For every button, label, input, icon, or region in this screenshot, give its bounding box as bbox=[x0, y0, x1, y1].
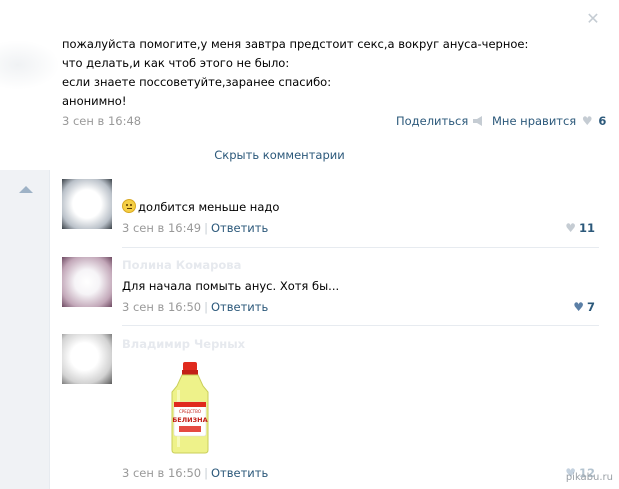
heart-icon: ♥ bbox=[581, 114, 593, 128]
share-button[interactable]: Поделиться bbox=[396, 114, 484, 128]
comment-author[interactable]: Полина Комарова bbox=[122, 258, 241, 272]
comment-meta: 3 сен в 16:49 | Ответить bbox=[122, 221, 268, 235]
post-meta: 3 сен в 16:48 Поделиться Мне нравится ♥ … bbox=[62, 114, 606, 130]
post-line: что делать,и как чтоб этого не было: bbox=[62, 56, 290, 70]
post-line: если знаете поссоветуйте,заранее спасибо… bbox=[62, 75, 332, 89]
comment-item: Владимир Черных 3 сен в 16:50 | Ответить ♥… bbox=[51, 332, 599, 482]
like-label: Мне нравится bbox=[492, 114, 577, 128]
comment-text: долбится меньше надо bbox=[138, 200, 280, 214]
comment-text-row: долбится меньше надо bbox=[122, 199, 279, 214]
comment-meta: 3 сен в 16:50 | Ответить bbox=[122, 466, 268, 480]
comment-date[interactable]: 3 сен в 16:49 bbox=[122, 221, 201, 235]
reply-link[interactable]: Ответить bbox=[211, 466, 268, 480]
neutral-face-emoji-icon bbox=[122, 199, 136, 213]
hide-comments-label: Скрыть комментарии bbox=[214, 148, 345, 162]
avatar[interactable] bbox=[62, 334, 112, 384]
post-line: пожалуйста помогите,у меня завтра предст… bbox=[62, 37, 529, 51]
blurred-background-fragment bbox=[0, 40, 60, 90]
comment-date[interactable]: 3 сен в 16:50 bbox=[122, 300, 201, 314]
arrow-up-icon[interactable] bbox=[19, 186, 33, 193]
comment-item: Полина Комарова Для начала помыть анус. … bbox=[51, 255, 599, 325]
comment-like-button[interactable]: ♥ 11 bbox=[565, 221, 595, 235]
megaphone-icon bbox=[472, 116, 484, 126]
share-label: Поделиться bbox=[396, 114, 469, 128]
post-like-count: 6 bbox=[598, 114, 607, 128]
heart-icon: ♥ bbox=[573, 300, 584, 314]
separator: | bbox=[204, 466, 208, 480]
comment-like-count: 7 bbox=[586, 300, 595, 314]
post-date[interactable]: 3 сен в 16:48 bbox=[62, 114, 141, 128]
heart-icon: ♥ bbox=[565, 221, 576, 235]
post-body: пожалуйста помогите,у меня завтра предст… bbox=[62, 35, 582, 111]
comment-like-button[interactable]: ♥ 7 bbox=[573, 300, 595, 314]
bottle-label-main: БЕЛИЗНА bbox=[172, 416, 207, 424]
close-icon[interactable]: ✕ bbox=[586, 11, 600, 27]
post-like-button[interactable]: Мне нравится ♥ 6 bbox=[492, 114, 606, 128]
separator: | bbox=[204, 221, 208, 235]
divider bbox=[122, 247, 599, 248]
separator: | bbox=[204, 300, 208, 314]
avatar[interactable] bbox=[62, 179, 112, 229]
comment-text: Для начала помыть анус. Хотя бы... bbox=[122, 279, 340, 293]
comments-side-panel[interactable] bbox=[0, 170, 50, 489]
divider bbox=[122, 325, 599, 326]
comment-item: долбится меньше надо 3 сен в 16:49 | Ответ… bbox=[51, 177, 599, 247]
comment-author[interactable]: Владимир Черных bbox=[122, 337, 245, 351]
reply-link[interactable]: Ответить bbox=[211, 300, 268, 314]
comment-date[interactable]: 3 сен в 16:50 bbox=[122, 466, 201, 480]
hide-comments-button[interactable]: Скрыть комментарии bbox=[50, 144, 619, 168]
watermark: pikabu.ru bbox=[565, 472, 613, 483]
bleach-bottle-image[interactable]: СРЕДСТВО БЕЛИЗНА bbox=[165, 362, 215, 454]
comment-meta: 3 сен в 16:50 | Ответить bbox=[122, 300, 268, 314]
reply-link[interactable]: Ответить bbox=[211, 221, 268, 235]
comment-like-count: 11 bbox=[578, 221, 595, 235]
avatar[interactable] bbox=[62, 257, 112, 307]
bottle-label-top: СРЕДСТВО bbox=[179, 409, 201, 414]
post-line: анонимно! bbox=[62, 94, 127, 108]
